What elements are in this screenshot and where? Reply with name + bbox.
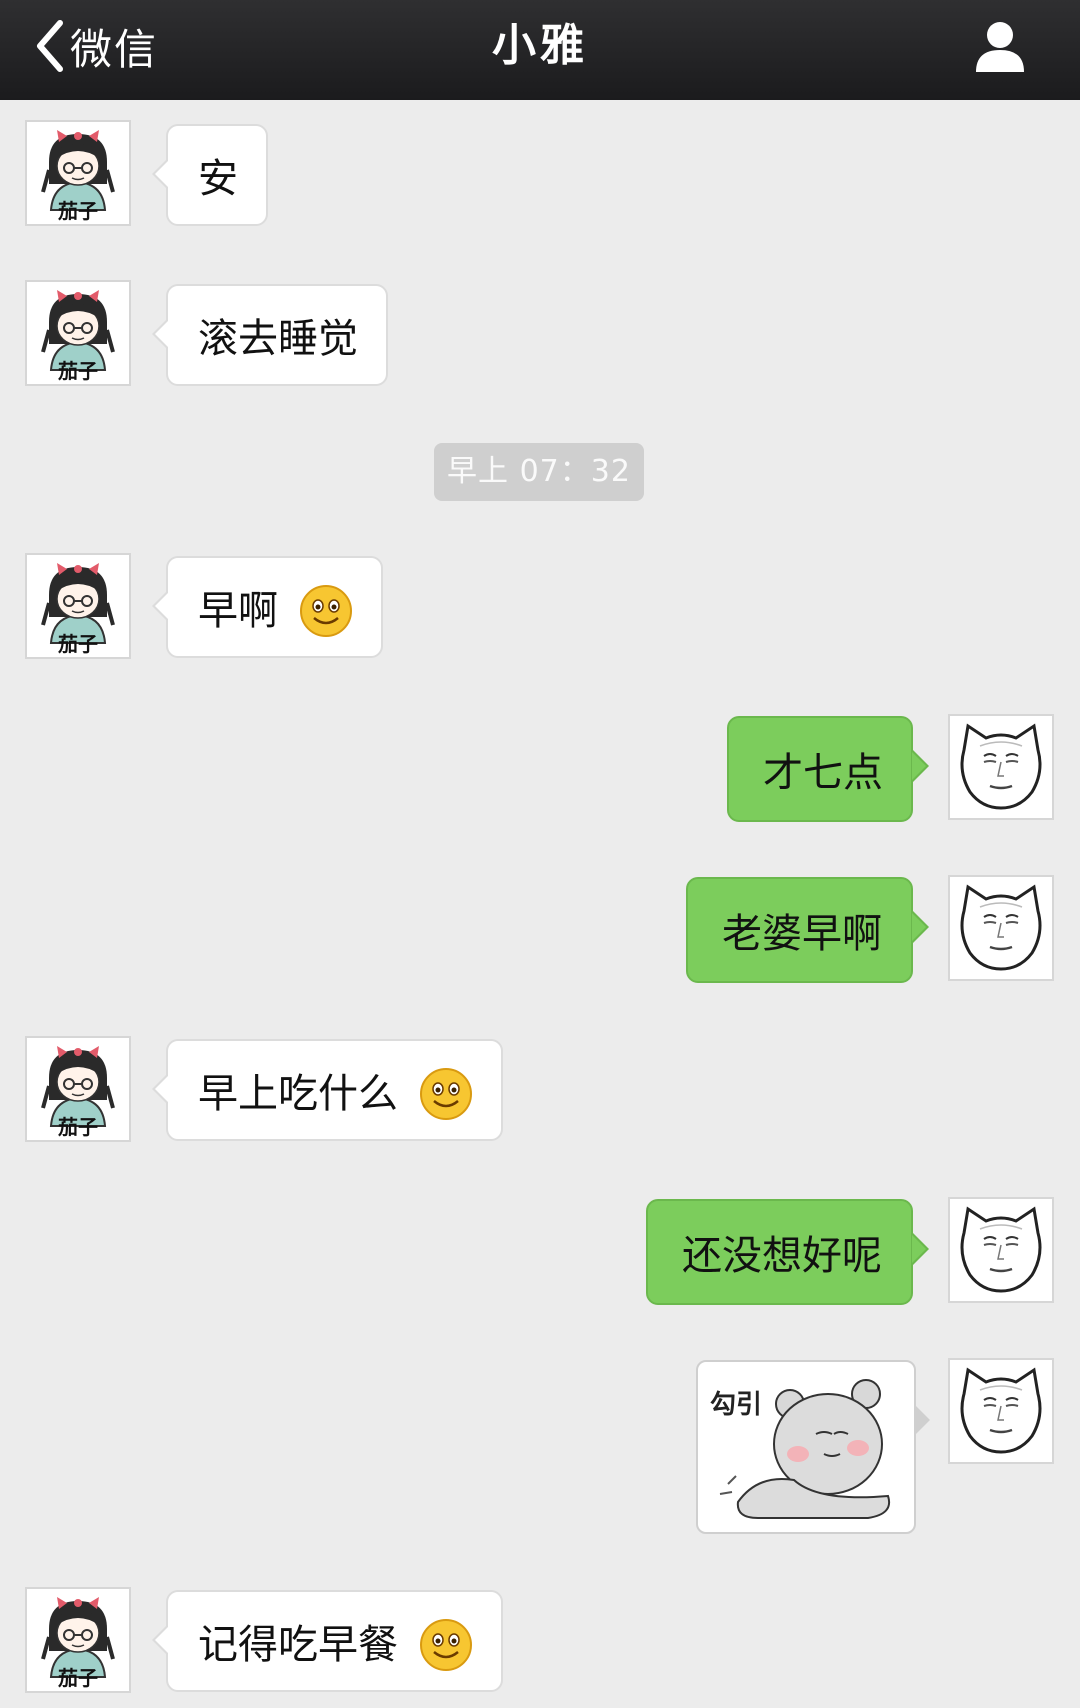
avatar-caption: 茄子 — [57, 199, 98, 223]
avatar-caption: 茄子 — [57, 1666, 98, 1690]
sticker-message[interactable]: 勾引 — [696, 1360, 930, 1534]
message-text: 早上吃什么 — [198, 1071, 398, 1117]
message-text: 还没想好呢 — [682, 1233, 882, 1279]
smile-emoji-icon — [419, 1618, 472, 1672]
message-bubble[interactable]: 记得吃早餐 — [152, 1590, 503, 1692]
my-avatar[interactable] — [948, 1197, 1054, 1303]
my-avatar[interactable] — [948, 875, 1054, 981]
message-text: 滚去睡觉 — [198, 316, 358, 362]
message-text: 安 — [198, 156, 238, 202]
page-title: 小雅 — [492, 20, 588, 71]
bear-sticker-icon — [719, 1379, 890, 1519]
message-bubble[interactable]: 老婆早啊 — [686, 877, 929, 983]
navbar: 微信 小雅 — [0, 0, 1080, 100]
message-text: 才七点 — [763, 750, 883, 796]
my-avatar[interactable] — [948, 714, 1054, 820]
avatar-caption: 茄子 — [57, 359, 98, 383]
message-bubble[interactable]: 早啊 — [152, 556, 383, 658]
avatar-caption: 茄子 — [57, 632, 98, 656]
message-bubble[interactable]: 还没想好呢 — [646, 1199, 929, 1305]
message-text: 早啊 — [198, 588, 278, 634]
smile-emoji-icon — [419, 1067, 472, 1121]
message-bubble[interactable]: 安 — [152, 124, 268, 226]
contact-avatar[interactable]: 茄子 — [25, 120, 131, 226]
contact-avatar[interactable]: 茄子 — [25, 553, 131, 659]
contact-avatar[interactable]: 茄子 — [25, 1587, 131, 1693]
message-bubble[interactable]: 滚去睡觉 — [152, 284, 388, 386]
contact-avatar[interactable]: 茄子 — [25, 1036, 131, 1142]
my-avatar[interactable] — [948, 1358, 1054, 1464]
smile-emoji-icon — [299, 584, 352, 638]
message-text: 记得吃早餐 — [198, 1622, 398, 1668]
contact-avatar[interactable]: 茄子 — [25, 280, 131, 386]
message-bubble[interactable]: 早上吃什么 — [152, 1039, 503, 1141]
message-bubble[interactable]: 才七点 — [727, 716, 929, 822]
message-text: 老婆早啊 — [722, 911, 882, 957]
profile-icon[interactable] — [972, 18, 1028, 74]
timestamp: 早上 07：32 — [434, 443, 644, 501]
avatar-caption: 茄子 — [57, 1115, 98, 1139]
